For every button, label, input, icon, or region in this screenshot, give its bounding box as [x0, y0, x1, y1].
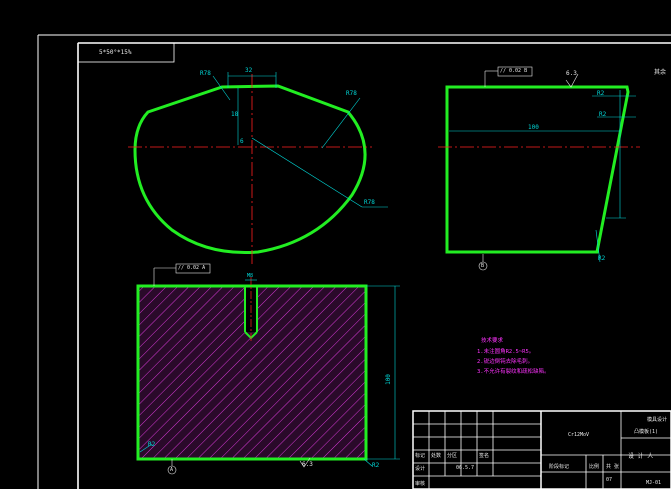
title-org: 设 计 人 [628, 453, 654, 460]
title-row-label-0: 标记 [415, 453, 426, 459]
profile-radius-bottom-right: R78 [364, 199, 375, 206]
side-datum-label: B [481, 263, 485, 269]
title-material: Cr12MoV [568, 432, 590, 438]
side-dim-right-top: R2 [597, 90, 605, 97]
title-stage-label: 阶段标记 [549, 464, 570, 470]
title-weight: 07 [606, 477, 613, 483]
title-drawing-name-1: 模具设计 [647, 417, 668, 423]
tech-requirement-3: 3.不允许有裂纹和疏松缺陷。 [477, 369, 550, 375]
profile-dim-left: 18 [231, 111, 239, 118]
section-leader-br [363, 458, 373, 467]
header-box-label: 5*50°*15% [99, 49, 132, 56]
title-row-label-1: 处数 [431, 453, 442, 459]
profile-dim-top: 32 [245, 67, 253, 74]
side-surface-mark-text: 6.3 [566, 70, 577, 77]
title-code: MJ-01 [646, 480, 662, 486]
profile-radius-top-left: R78 [200, 70, 211, 77]
profile-radius-top-right: R78 [346, 90, 357, 97]
title-date: 06.5.7 [456, 465, 475, 471]
profile-outline [133, 84, 367, 254]
title-sheet-label: 共 张 [606, 464, 620, 470]
tech-requirement-1: 1.未注圆角R2.5~R5。 [477, 349, 535, 355]
leader-bottom-right [251, 137, 363, 208]
side-dim-bottom-right: R2 [598, 255, 606, 262]
title-drawing-name-2: 凸模板(1) [634, 429, 659, 435]
title-scale-label: 比例 [589, 464, 600, 470]
tech-requirement-2: 2.锐边倒钝去除毛刺。 [477, 359, 534, 365]
section-dim-bottom-mid: 6.3 [302, 461, 313, 468]
side-top-right-note: 其余 [654, 69, 667, 76]
section-dim-bottom-right: R2 [372, 462, 380, 469]
title-block-grid [412, 410, 671, 489]
title-checker-label: 审核 [415, 481, 426, 487]
title-row-label-4: 签名 [479, 453, 490, 459]
section-datum-label: A [170, 467, 174, 473]
section-dim-hole-text: M8 [247, 273, 254, 279]
tech-requirements-title: 技术要求 [481, 338, 504, 344]
section-dim-height-text: 100 [384, 374, 392, 385]
side-dim-width-text: 100 [528, 124, 539, 131]
side-dim-right-mid: R2 [599, 111, 607, 118]
title-designer-label: 设计 [415, 466, 426, 472]
section-tolerance-text: // 0.02 A [178, 265, 206, 271]
side-tolerance-text: // 0.02 B [500, 68, 528, 74]
title-row-label-2: 分区 [447, 453, 458, 459]
section-dim-bottom-left: R2 [148, 441, 156, 448]
profile-dim-center: 6 [240, 138, 244, 145]
